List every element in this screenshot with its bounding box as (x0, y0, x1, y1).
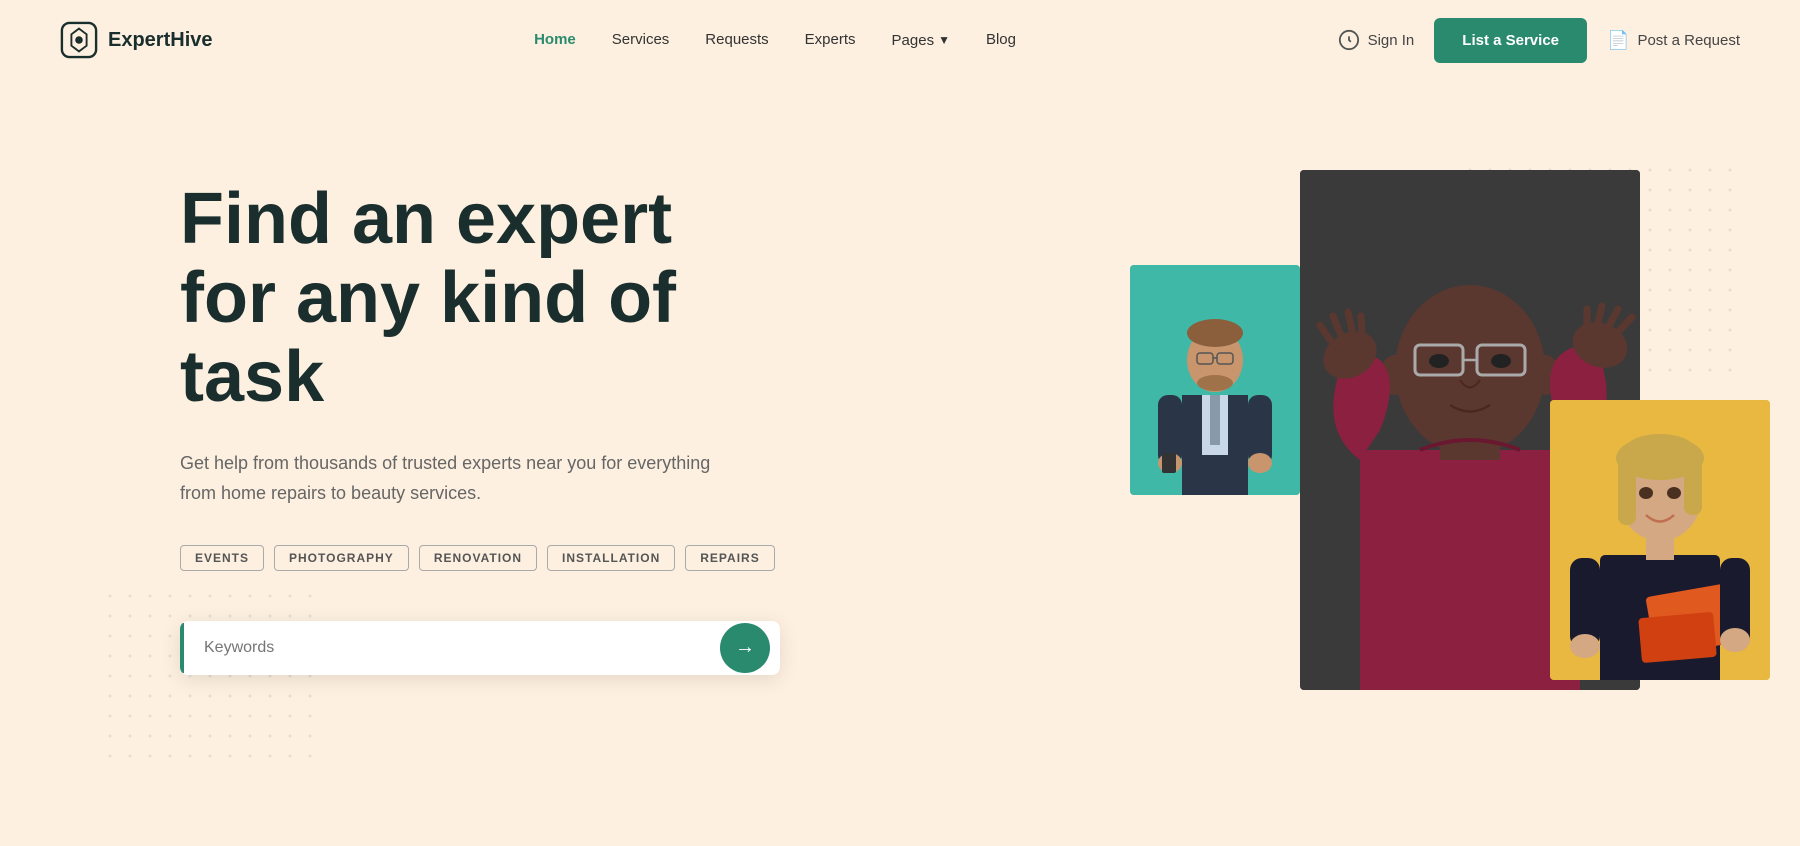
post-request-link[interactable]: 📄 Post a Request (1607, 30, 1740, 51)
nav-item-pages[interactable]: Pages ▼ (892, 32, 950, 49)
nav-link-experts[interactable]: Experts (805, 31, 856, 48)
logo[interactable]: ExpertHive (60, 21, 213, 59)
nav-item-requests[interactable]: Requests (705, 31, 768, 49)
nav-link-home[interactable]: Home (534, 31, 576, 48)
nav-links: Home Services Requests Experts Pages ▼ B… (534, 31, 1016, 49)
hero-title: Find an expert for any kind of task (180, 180, 780, 418)
tag-renovation[interactable]: RENOVATION (419, 545, 537, 571)
chevron-down-icon: ▼ (938, 33, 950, 47)
nav-item-home[interactable]: Home (534, 31, 576, 49)
nav-item-blog[interactable]: Blog (986, 31, 1016, 49)
nav-item-services[interactable]: Services (612, 31, 670, 49)
nav-right: Sign In List a Service 📄 Post a Request (1338, 18, 1740, 63)
expert-image-woman (1550, 400, 1770, 680)
expert-image-suit (1130, 265, 1300, 495)
nav-item-experts[interactable]: Experts (805, 31, 856, 49)
sign-in-link[interactable]: Sign In (1338, 29, 1415, 51)
arrow-right-icon: → (735, 636, 755, 659)
hero-section: Find an expert for any kind of task Get … (0, 80, 1800, 846)
tag-photography[interactable]: PHOTOGRAPHY (274, 545, 409, 571)
search-button[interactable]: → (720, 623, 770, 673)
sign-in-icon (1338, 29, 1360, 51)
list-service-button[interactable]: List a Service (1434, 18, 1587, 63)
person-suit-svg (1130, 265, 1300, 495)
hero-content: Find an expert for any kind of task Get … (0, 80, 780, 675)
nav-link-services[interactable]: Services (612, 31, 670, 48)
category-tags: EVENTS PHOTOGRAPHY RENOVATION INSTALLATI… (180, 545, 780, 571)
logo-icon (60, 21, 98, 59)
sign-in-label: Sign In (1368, 32, 1415, 49)
logo-text: ExpertHive (108, 29, 213, 52)
tag-installation[interactable]: INSTALLATION (547, 545, 675, 571)
hero-subtitle: Get help from thousands of trusted exper… (180, 448, 740, 509)
person-woman-svg (1550, 400, 1770, 680)
tag-events[interactable]: EVENTS (180, 545, 264, 571)
nav-pages-label: Pages (892, 32, 935, 49)
hero-image-collage (1100, 120, 1800, 846)
post-request-label: Post a Request (1637, 32, 1740, 49)
nav-link-requests[interactable]: Requests (705, 31, 768, 48)
document-icon: 📄 (1607, 30, 1629, 51)
search-input[interactable] (184, 621, 720, 675)
nav-pages-dropdown[interactable]: Pages ▼ (892, 32, 950, 49)
nav-link-blog[interactable]: Blog (986, 31, 1016, 48)
tag-repairs[interactable]: REPAIRS (685, 545, 774, 571)
search-bar: → (180, 621, 780, 675)
navbar: ExpertHive Home Services Requests Expert… (0, 0, 1800, 80)
